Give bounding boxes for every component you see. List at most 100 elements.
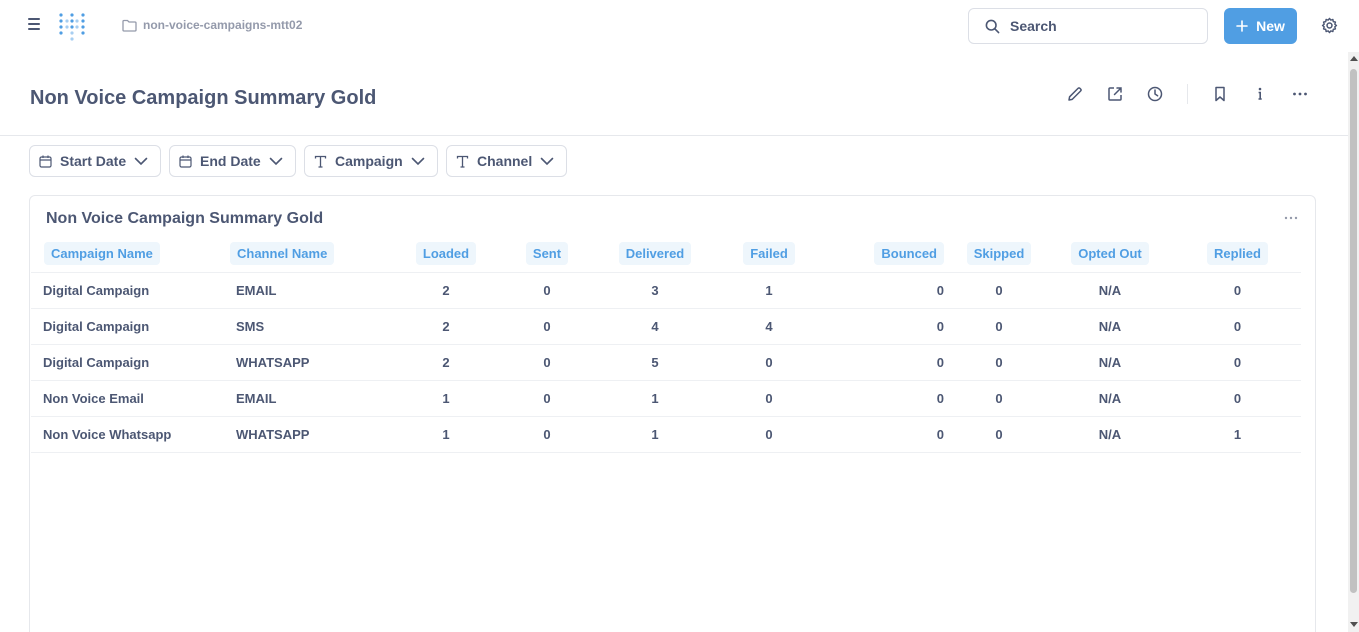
cell-sent[interactable]: 0 [508,308,586,345]
filter-campaign[interactable]: Campaign [304,145,438,177]
header-divider [1187,84,1188,104]
more-icon[interactable] [1291,85,1309,103]
cell-opted-out[interactable]: N/A [1046,272,1174,309]
column-header-campaign-name[interactable]: Campaign Name [31,236,224,273]
filter-channel[interactable]: Channel [446,145,567,177]
cell-replied[interactable]: 0 [1174,308,1301,345]
cell-skipped[interactable]: 0 [952,416,1046,453]
table-row: Digital Campaign EMAIL 2 0 3 1 0 0 N/A 0 [31,272,1301,309]
table-header-row: Campaign Name Channel Name Loaded Sent D… [31,236,1301,273]
cell-skipped[interactable]: 0 [952,380,1046,417]
cell-skipped[interactable]: 0 [952,272,1046,309]
cell-sent[interactable]: 0 [508,416,586,453]
share-icon[interactable] [1106,85,1124,103]
cell-loaded[interactable]: 2 [384,272,508,309]
column-header-opted-out[interactable]: Opted Out [1046,236,1174,273]
column-header-bounced[interactable]: Bounced [814,236,952,273]
column-header-sent[interactable]: Sent [508,236,586,273]
filter-label: End Date [200,153,261,169]
cell-opted-out[interactable]: N/A [1046,380,1174,417]
cell-sent[interactable]: 0 [508,344,586,381]
cell-skipped[interactable]: 0 [952,308,1046,345]
top-nav: non-voice-campaigns-mtt02 New [0,0,1359,52]
cell-delivered[interactable]: 1 [586,416,724,453]
cell-opted-out[interactable]: N/A [1046,344,1174,381]
cell-campaign-name[interactable]: Digital Campaign [31,308,224,345]
cell-delivered[interactable]: 5 [586,344,724,381]
column-header-loaded[interactable]: Loaded [384,236,508,273]
cell-failed[interactable]: 1 [724,272,814,309]
cell-loaded[interactable]: 1 [384,380,508,417]
column-header-channel-name[interactable]: Channel Name [224,236,384,273]
clock-icon[interactable] [1146,85,1164,103]
cell-channel-name[interactable]: SMS [224,308,384,345]
cell-skipped[interactable]: 0 [952,344,1046,381]
cell-loaded[interactable]: 1 [384,416,508,453]
cell-replied[interactable]: 0 [1174,272,1301,309]
cell-replied[interactable]: 0 [1174,344,1301,381]
cell-opted-out[interactable]: N/A [1046,308,1174,345]
cell-delivered[interactable]: 1 [586,380,724,417]
filter-label: Campaign [335,153,403,169]
scrollbar-thumb[interactable] [1350,69,1357,593]
cell-delivered[interactable]: 4 [586,308,724,345]
cell-delivered[interactable]: 3 [586,272,724,309]
card-title[interactable]: Non Voice Campaign Summary Gold [46,210,323,228]
cell-channel-name[interactable]: EMAIL [224,380,384,417]
pencil-icon[interactable] [1066,85,1084,103]
cell-replied[interactable]: 1 [1174,416,1301,453]
cell-bounced[interactable]: 0 [814,416,952,453]
chevron-down-icon [269,157,282,165]
cell-channel-name[interactable]: EMAIL [224,272,384,309]
cell-campaign-name[interactable]: Non Voice Whatsapp [31,416,224,453]
cell-bounced[interactable]: 0 [814,272,952,309]
cell-sent[interactable]: 0 [508,380,586,417]
logo-icon[interactable] [58,11,86,41]
cell-loaded[interactable]: 2 [384,308,508,345]
column-header-delivered[interactable]: Delivered [586,236,724,273]
calendar-icon [39,155,52,168]
cell-failed[interactable]: 4 [724,308,814,345]
cell-channel-name[interactable]: WHATSAPP [224,416,384,453]
filter-end-date[interactable]: End Date [169,145,296,177]
more-icon[interactable] [1283,210,1299,226]
cell-opted-out[interactable]: N/A [1046,416,1174,453]
cell-channel-name[interactable]: WHATSAPP [224,344,384,381]
breadcrumb[interactable]: non-voice-campaigns-mtt02 [122,18,302,32]
search-icon [985,19,1000,33]
page-scrollbar[interactable] [1348,52,1359,632]
cell-campaign-name[interactable]: Non Voice Email [31,380,224,417]
cell-failed[interactable]: 0 [724,344,814,381]
cell-bounced[interactable]: 0 [814,308,952,345]
cell-bounced[interactable]: 0 [814,344,952,381]
scroll-down-arrow-icon[interactable] [1350,622,1358,627]
filter-start-date[interactable]: Start Date [29,145,161,177]
new-button[interactable]: New [1224,8,1297,44]
hamburger-menu-icon[interactable] [28,18,44,34]
cell-replied[interactable]: 0 [1174,380,1301,417]
cell-campaign-name[interactable]: Digital Campaign [31,344,224,381]
text-icon [314,155,327,168]
cell-campaign-name[interactable]: Digital Campaign [31,272,224,309]
bookmark-icon[interactable] [1211,85,1229,103]
dashboard-header: Non Voice Campaign Summary Gold [0,52,1348,136]
table-row: Non Voice Whatsapp WHATSAPP 1 0 1 0 0 0 … [31,416,1301,453]
cell-failed[interactable]: 0 [724,416,814,453]
cell-failed[interactable]: 0 [724,380,814,417]
calendar-icon [179,155,192,168]
breadcrumb-collection[interactable]: non-voice-campaigns-mtt02 [143,18,302,32]
table-row: Digital Campaign WHATSAPP 2 0 5 0 0 0 N/… [31,344,1301,381]
search-box[interactable] [968,8,1208,44]
info-icon[interactable] [1251,85,1269,103]
cell-loaded[interactable]: 2 [384,344,508,381]
cell-sent[interactable]: 0 [508,272,586,309]
chevron-down-icon [411,157,424,165]
gear-icon[interactable] [1321,17,1338,34]
search-input[interactable] [1010,18,1190,34]
scroll-up-arrow-icon[interactable] [1350,56,1358,61]
column-header-replied[interactable]: Replied [1174,236,1301,273]
cell-bounced[interactable]: 0 [814,380,952,417]
dashcard: Non Voice Campaign Summary Gold Campaign… [29,195,1316,632]
column-header-skipped[interactable]: Skipped [952,236,1046,273]
column-header-failed[interactable]: Failed [724,236,814,273]
